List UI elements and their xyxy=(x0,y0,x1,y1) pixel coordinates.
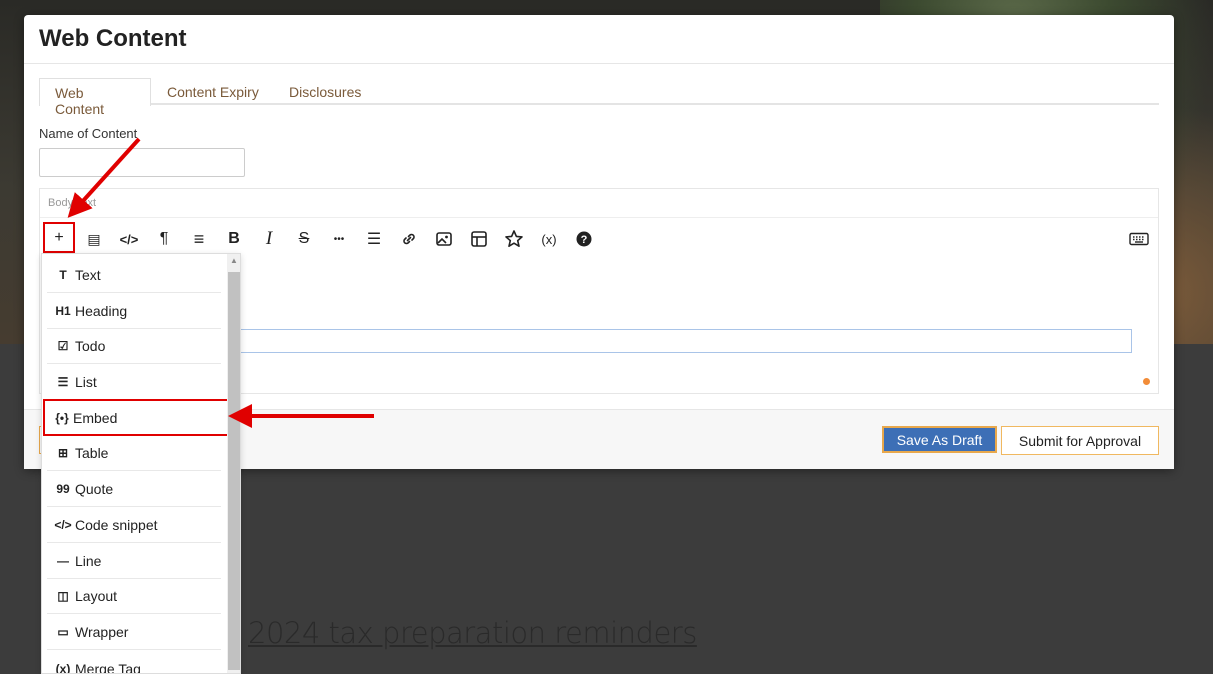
submit-for-approval-button[interactable]: Submit for Approval xyxy=(1001,426,1159,455)
list-icon: ☰ xyxy=(57,375,69,389)
heading-icon: H1 xyxy=(55,304,71,318)
embed-icon: {•} xyxy=(55,410,69,425)
code-icon: </> xyxy=(54,518,72,532)
tab-disclosures[interactable]: Disclosures xyxy=(274,78,384,105)
menu-item-label: Layout xyxy=(75,588,118,604)
menu-item-todo[interactable]: ☑ Todo xyxy=(47,329,221,364)
link-icon[interactable] xyxy=(396,226,422,252)
todo-icon: ☑ xyxy=(57,339,69,353)
status-dot xyxy=(1143,378,1150,385)
list-icon[interactable]: ☰ xyxy=(361,226,387,252)
editor-content-block[interactable] xyxy=(240,329,1132,353)
menu-item-label: Quote xyxy=(75,481,114,497)
quote-icon: 99 xyxy=(56,482,70,496)
star-icon[interactable] xyxy=(501,226,527,252)
block-layout-icon[interactable]: ▤ xyxy=(81,226,107,252)
tab-content-expiry[interactable]: Content Expiry xyxy=(152,78,274,105)
menu-item-embed[interactable]: {•} Embed xyxy=(43,399,229,436)
menu-item-wrapper[interactable]: ▭ Wrapper xyxy=(47,615,221,650)
menu-item-layout[interactable]: ◫ Layout xyxy=(47,579,221,614)
line-icon: — xyxy=(57,554,69,568)
layout-icon: ◫ xyxy=(57,589,69,603)
name-of-content-input[interactable] xyxy=(39,148,245,177)
menu-item-label: Heading xyxy=(75,303,128,319)
background-headline-link[interactable]: 2024 tax preparation reminders xyxy=(248,616,697,650)
menu-item-table[interactable]: ⊞ Table xyxy=(47,436,221,471)
svg-text:?: ? xyxy=(581,234,588,246)
plus-icon[interactable]: + xyxy=(43,222,75,253)
menu-item-list[interactable]: ☰ List xyxy=(47,365,221,400)
table-icon: ⊞ xyxy=(57,446,69,460)
bold-icon[interactable]: B xyxy=(221,226,247,252)
block-insert-menu: T Text H1 Heading ☑ Todo ☰ List {•} Embe… xyxy=(41,253,241,674)
variable-icon[interactable]: (x) xyxy=(536,226,562,252)
divider xyxy=(24,63,1174,64)
name-of-content-label: Name of Content xyxy=(39,126,138,141)
tab-bar: Web Content Content Expiry Disclosures xyxy=(39,78,1159,117)
help-icon[interactable]: ? xyxy=(571,226,597,252)
menu-item-label: Todo xyxy=(75,338,106,354)
paragraph-icon[interactable]: ¶ xyxy=(151,226,177,252)
wrapper-icon: ▭ xyxy=(57,625,69,639)
align-icon[interactable]: ≡ xyxy=(186,226,212,252)
menu-item-label: Merge Tag xyxy=(75,660,141,674)
scroll-up-arrow-icon[interactable]: ▲ xyxy=(227,256,240,270)
strikethrough-icon[interactable]: S xyxy=(291,226,317,252)
save-as-draft-button[interactable]: Save As Draft xyxy=(882,426,997,453)
menu-item-code-snippet[interactable]: </> Code snippet xyxy=(47,508,221,543)
menu-item-label: Line xyxy=(75,553,102,569)
menu-item-label: Embed xyxy=(73,409,118,426)
image-icon[interactable] xyxy=(431,226,457,252)
menu-item-label: Text xyxy=(75,267,101,283)
keyboard-icon[interactable] xyxy=(1126,226,1152,252)
scroll-thumb[interactable] xyxy=(228,272,240,670)
merge-tag-icon: (x) xyxy=(55,661,71,674)
menu-item-label: Wrapper xyxy=(75,624,129,640)
menu-item-line[interactable]: — Line xyxy=(47,544,221,579)
body-text-label: Body Text xyxy=(48,197,97,209)
italic-icon[interactable]: I xyxy=(256,226,282,252)
text-icon: T xyxy=(59,268,67,282)
table-icon[interactable] xyxy=(466,226,492,252)
menu-item-heading[interactable]: H1 Heading xyxy=(47,294,221,329)
tab-web-content[interactable]: Web Content xyxy=(39,78,151,117)
code-icon[interactable]: </> xyxy=(116,226,142,252)
menu-item-label: Table xyxy=(75,445,109,461)
divider xyxy=(40,217,1158,218)
more-icon[interactable]: ••• xyxy=(326,226,352,252)
menu-item-merge-tag[interactable]: (x) Merge Tag xyxy=(47,651,221,674)
modal-title: Web Content xyxy=(39,25,187,52)
menu-item-label: Code snippet xyxy=(75,517,158,533)
menu-scrollbar[interactable]: ▲ xyxy=(227,254,240,673)
menu-item-quote[interactable]: 99 Quote xyxy=(47,472,221,507)
menu-item-text[interactable]: T Text xyxy=(47,258,221,293)
menu-item-label: List xyxy=(75,374,97,390)
